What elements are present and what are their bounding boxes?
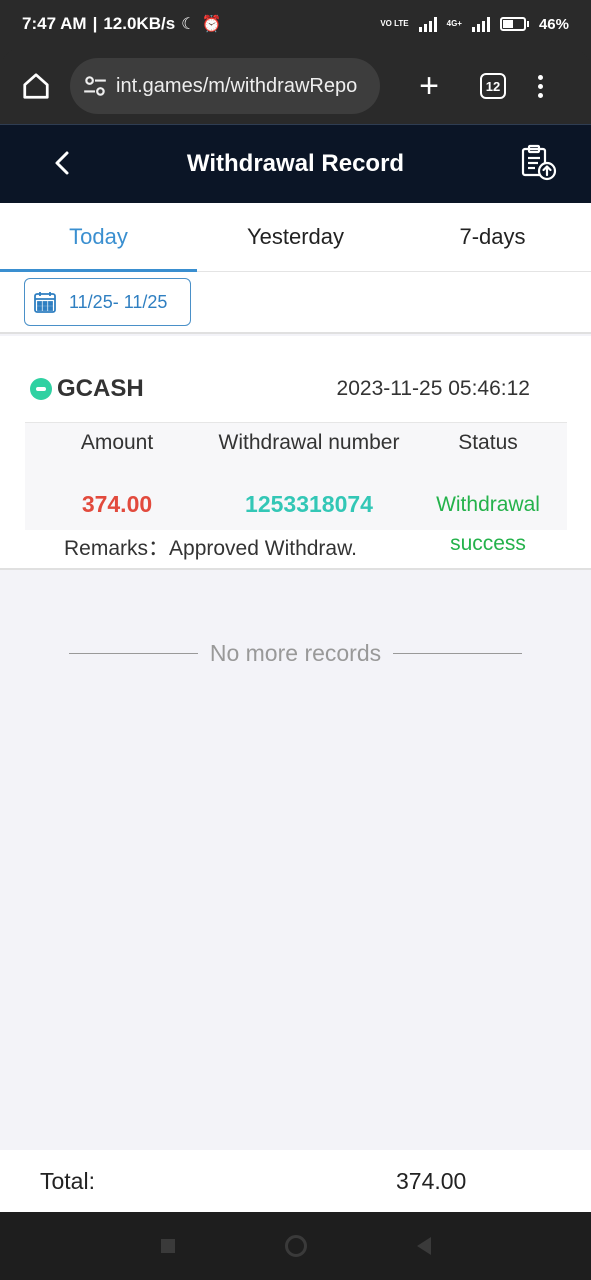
home-button[interactable] — [16, 66, 56, 106]
back-button[interactable] — [48, 149, 76, 177]
remarks: Remarks：Approved Withdraw. — [64, 532, 357, 562]
tab-today[interactable]: Today — [0, 203, 197, 272]
no-more-text: No more records — [209, 639, 382, 666]
amount-header: Amount — [80, 431, 154, 454]
tab-7-days[interactable]: 7-days — [394, 203, 591, 271]
date-filter-row: 11/25- 11/25 — [0, 272, 591, 334]
system-nav-bar — [0, 1212, 591, 1280]
page-title: Withdrawal Record — [186, 150, 405, 177]
signal-icon-2 — [471, 16, 490, 32]
total-value: 374.00 — [396, 1167, 467, 1194]
battery-icon — [499, 17, 529, 31]
record-details-table: Amount Withdrawal number Status 374.00 1… — [25, 422, 567, 530]
divider-right — [393, 652, 522, 654]
url-text: int.games/m/withdrawRepo — [116, 74, 358, 97]
site-settings-icon[interactable] — [82, 73, 108, 99]
network-type: 4G+ — [446, 19, 462, 28]
page-header: Withdrawal Record — [0, 124, 591, 203]
date-range-picker[interactable]: 11/25- 11/25 — [24, 278, 191, 326]
back-nav-button[interactable] — [416, 1237, 431, 1255]
recents-button[interactable] — [160, 1239, 175, 1253]
total-bar: Total: 374.00 — [0, 1150, 591, 1212]
date-range-text: 11/25- 11/25 — [69, 291, 168, 312]
tab-yesterday[interactable]: Yesterday — [197, 203, 394, 271]
status-left: 7:47 AM | 12.0KB/s ☾ ⏰ — [22, 14, 222, 33]
calendar-icon — [34, 292, 56, 313]
status-time: 7:47 AM — [22, 14, 87, 33]
record-header: GCASH 2023-11-25 05:46:12 — [30, 374, 530, 404]
alarm-icon: ⏰ — [201, 16, 222, 33]
network-speed: 12.0KB/s — [103, 14, 176, 33]
date-tabs: Today Yesterday 7-days — [0, 203, 591, 272]
browser-toolbar: int.games/m/withdrawRepo + 12 — [0, 46, 591, 124]
status-header: Status — [458, 431, 518, 454]
no-more-records: No more records — [69, 638, 522, 668]
divider-left — [69, 652, 198, 654]
signal-icon — [418, 16, 437, 32]
total-label: Total: — [40, 1167, 95, 1194]
withdrawal-number-header: Withdrawal number — [218, 431, 400, 454]
withdrawal-number-value: 1253318074 — [245, 491, 373, 517]
battery-level: 46% — [538, 15, 569, 33]
status-value: Withdrawal — [436, 493, 540, 516]
record-datetime: 2023-11-25 05:46:12 — [336, 377, 530, 400]
payment-method: GCASH — [57, 375, 144, 402]
chevron-left-icon — [55, 151, 69, 175]
more-menu-button[interactable] — [538, 74, 543, 98]
status-bar: 7:47 AM | 12.0KB/s ☾ ⏰ VO LTE 4G+ 46% — [0, 0, 591, 48]
remarks-label: Remarks： — [64, 537, 170, 560]
clipboard-upload-icon — [521, 144, 557, 181]
status-value-line2: success — [450, 532, 526, 555]
home-icon — [23, 73, 49, 99]
volte-icon: VO LTE — [380, 19, 409, 28]
status-right: VO LTE 4G+ 46% — [380, 16, 569, 33]
new-tab-button[interactable]: + — [412, 69, 446, 103]
amount-value: 374.00 — [81, 491, 153, 517]
withdrawal-record-card: GCASH 2023-11-25 05:46:12 Amount Withdra… — [0, 336, 591, 570]
remarks-value: Approved Withdraw. — [169, 537, 357, 560]
gcash-logo-icon — [30, 378, 52, 400]
address-bar[interactable]: int.games/m/withdrawRepo — [70, 58, 380, 114]
export-button[interactable] — [519, 143, 559, 183]
tab-switcher-button[interactable]: 12 — [480, 73, 506, 99]
moon-icon: ☾ — [181, 16, 196, 33]
home-nav-button[interactable] — [284, 1235, 307, 1257]
